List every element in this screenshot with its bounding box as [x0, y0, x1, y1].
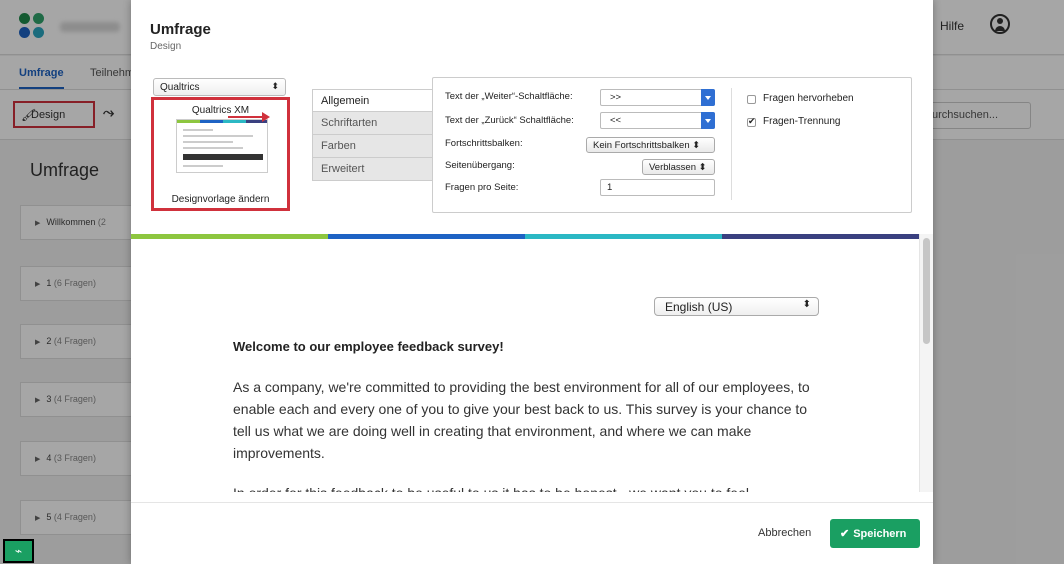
language-select[interactable]: English (US) ⬍ [654, 297, 819, 316]
progress-bar-label: Fortschrittsbalken: [445, 138, 523, 149]
back-button-text-label: Text der „Zurück“ Schaltfläche: [445, 115, 574, 126]
page-transition-select[interactable]: Verblassen ⬍ [642, 159, 715, 175]
progress-bar-select[interactable]: Kein Fortschrittsbalken ⬍ [586, 137, 715, 153]
back-button-text-value: << [610, 115, 622, 126]
page-transition-value: Verblassen [649, 162, 697, 173]
back-button-text-select[interactable]: << [600, 112, 715, 129]
theme-thumbnail [176, 119, 268, 173]
intro-paragraph: As a company, we're committed to providi… [233, 379, 810, 461]
page-transition-label: Seitenübergang: [445, 160, 515, 171]
save-button[interactable]: ✔ Speichern [830, 519, 920, 548]
settings-divider [731, 88, 732, 200]
change-template-link[interactable]: Designvorlage ändern [154, 194, 287, 205]
side-tab-colors[interactable]: Farben [312, 135, 435, 158]
modal-title: Umfrage [150, 21, 211, 38]
dropdown-arrow-icon [701, 89, 715, 106]
language-select-value: English (US) [665, 300, 733, 314]
select-arrows-icon: ⬍ [802, 299, 811, 310]
next-button-text-label: Text der „Weiter“-Schaltfläche: [445, 91, 573, 102]
survey-preview: English (US) ⬍ Welcome to our employee f… [131, 239, 919, 492]
modal-subtitle: Design [150, 41, 182, 52]
next-button-text-value: >> [610, 92, 622, 103]
highlight-questions-label: Fragen hervorheben [763, 93, 854, 104]
select-arrows-icon: ⬍ [698, 162, 707, 173]
general-settings-panel: Text der „Weiter“-Schaltfläche: >> Text … [432, 77, 912, 213]
annotation-arrow-head [262, 112, 270, 122]
questions-per-page-label: Fragen pro Seite: [445, 182, 519, 193]
dropdown-arrow-icon [701, 112, 715, 129]
settings-side-tabs: Allgemein Schriftarten Farben Erweitert [312, 89, 435, 181]
preview-scrollbar[interactable] [919, 234, 933, 492]
next-button-text-select[interactable]: >> [600, 89, 715, 106]
side-tab-advanced[interactable]: Erweitert [312, 158, 435, 181]
welcome-heading: Welcome to our employee feedback survey! [233, 339, 504, 354]
theme-select[interactable]: Qualtrics ⬍ [153, 78, 286, 96]
select-arrows-icon: ⬍ [271, 81, 279, 91]
save-button-label: Speichern [853, 528, 907, 540]
checkmark-icon: ✔ [840, 528, 850, 540]
cancel-button[interactable]: Abbrechen [758, 527, 811, 539]
scrollbar-thumb[interactable] [923, 238, 930, 344]
question-separator-label: Fragen-Trennung [763, 116, 841, 127]
intro-paragraph-continued: In order for this feedback to be useful … [233, 482, 823, 492]
side-tab-general[interactable]: Allgemein [312, 89, 435, 112]
questions-per-page-input[interactable]: 1 [600, 179, 715, 196]
select-arrows-icon: ⬍ [692, 140, 701, 151]
question-separator-checkbox[interactable] [747, 116, 756, 127]
highlight-questions-checkbox[interactable] [747, 95, 756, 104]
footer-divider [131, 502, 933, 503]
design-modal: Umfrage Design Qualtrics ⬍ Qualtrics XM … [131, 0, 933, 564]
side-tab-fonts[interactable]: Schriftarten [312, 112, 435, 135]
activity-pulse-icon[interactable]: ⌁ [3, 539, 34, 563]
theme-select-value: Qualtrics [160, 82, 200, 93]
progress-bar-value: Kein Fortschrittsbalken [593, 140, 690, 151]
